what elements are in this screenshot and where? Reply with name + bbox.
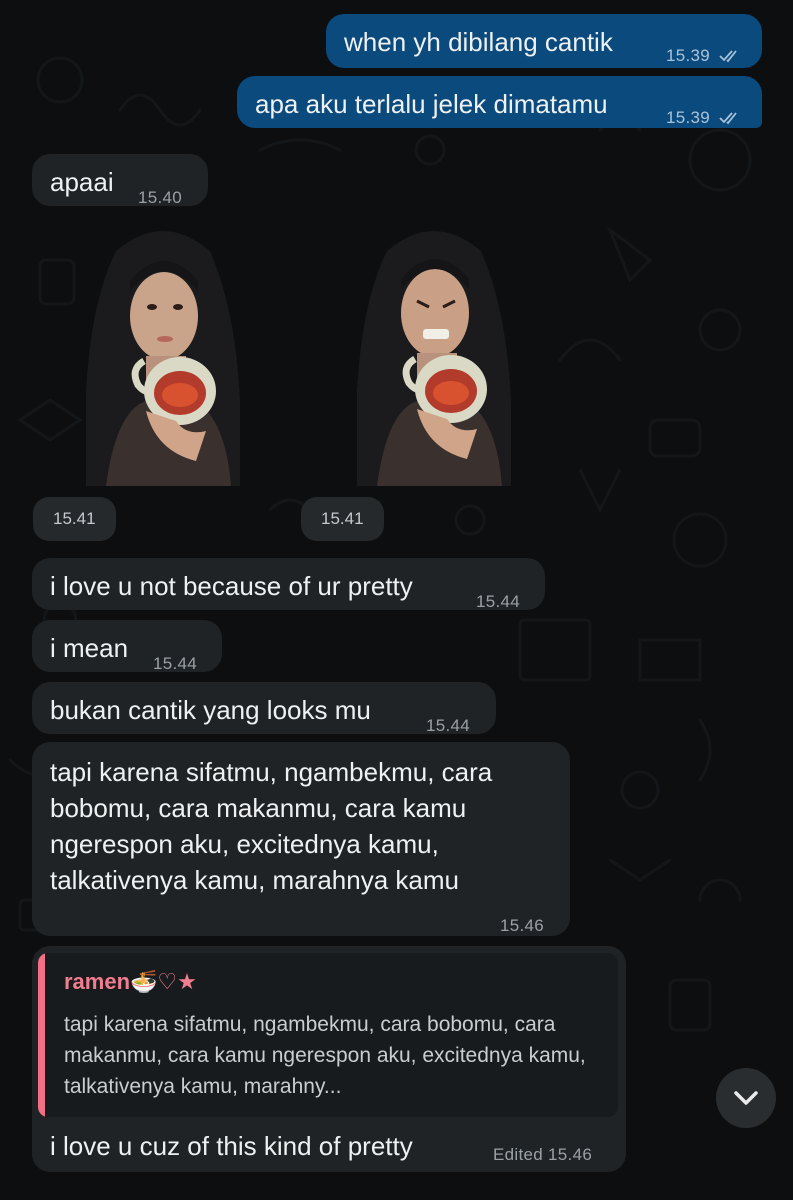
sticker-time: 15.41 (33, 497, 116, 541)
double-check-icon (719, 112, 737, 125)
message-time: 15.46 (548, 1145, 593, 1164)
quoted-sender-name: ramen🍜♡★ (64, 969, 197, 994)
message-text: when yh dibilang cantik (344, 27, 613, 57)
message-time: 15.40 (138, 188, 183, 207)
message-text: bukan cantik yang looks mu (50, 695, 371, 725)
message-time: 15.41 (321, 509, 364, 528)
message-meta: 15.39 (666, 38, 741, 74)
double-check-icon (719, 50, 737, 63)
reply-text: i love u cuz of this kind of pretty (50, 1131, 413, 1161)
quote-accent-bar (38, 953, 45, 1117)
quoted-message[interactable]: ramen🍜♡★ tapi karena sifatmu, ngambekmu,… (38, 953, 618, 1117)
incoming-message[interactable]: i mean 15.44 (32, 620, 222, 673)
composer-bar-edge (0, 1178, 793, 1200)
incoming-message[interactable]: apaai 15.40 (32, 154, 208, 207)
message-time: 15.46 (500, 916, 545, 935)
outgoing-message[interactable]: when yh dibilang cantik 15.39 (326, 14, 762, 68)
message-meta: 15.39 (666, 100, 741, 136)
message-time: 15.39 (666, 46, 711, 65)
message-text: apa aku terlalu jelek dimatamu (255, 89, 608, 119)
incoming-message[interactable]: bukan cantik yang looks mu 15.44 (32, 682, 496, 735)
message-time: 15.44 (476, 592, 521, 611)
message-text: i mean (50, 633, 129, 663)
message-time: 15.39 (666, 108, 711, 127)
message-meta: Edited 15.46 (493, 1145, 592, 1165)
edited-label: Edited (493, 1145, 544, 1164)
sticker-image[interactable] (357, 221, 511, 486)
chevron-down-icon (734, 1091, 758, 1105)
quoted-text: tapi karena sifatmu, ngambekmu, cara bob… (64, 1013, 586, 1098)
outgoing-message[interactable]: apa aku terlalu jelek dimatamu 15.39 (237, 76, 762, 128)
message-text: i love u not because of ur pretty (50, 571, 413, 601)
chat-window[interactable]: when yh dibilang cantik 15.39 apa aku te… (0, 0, 793, 1200)
message-time: 15.44 (153, 654, 198, 673)
message-time: 15.44 (426, 716, 471, 735)
message-text: tapi karena sifatmu, ngambekmu, cara bob… (50, 757, 493, 895)
message-time: 15.41 (53, 509, 96, 528)
incoming-message[interactable]: tapi karena sifatmu, ngambekmu, cara bob… (32, 742, 570, 936)
incoming-message[interactable]: i love u not because of ur pretty 15.44 (32, 558, 545, 611)
sticker-image[interactable] (86, 221, 240, 486)
message-text: apaai (50, 167, 114, 197)
sticker-time: 15.41 (301, 497, 384, 541)
scroll-to-bottom-button[interactable] (716, 1068, 776, 1128)
